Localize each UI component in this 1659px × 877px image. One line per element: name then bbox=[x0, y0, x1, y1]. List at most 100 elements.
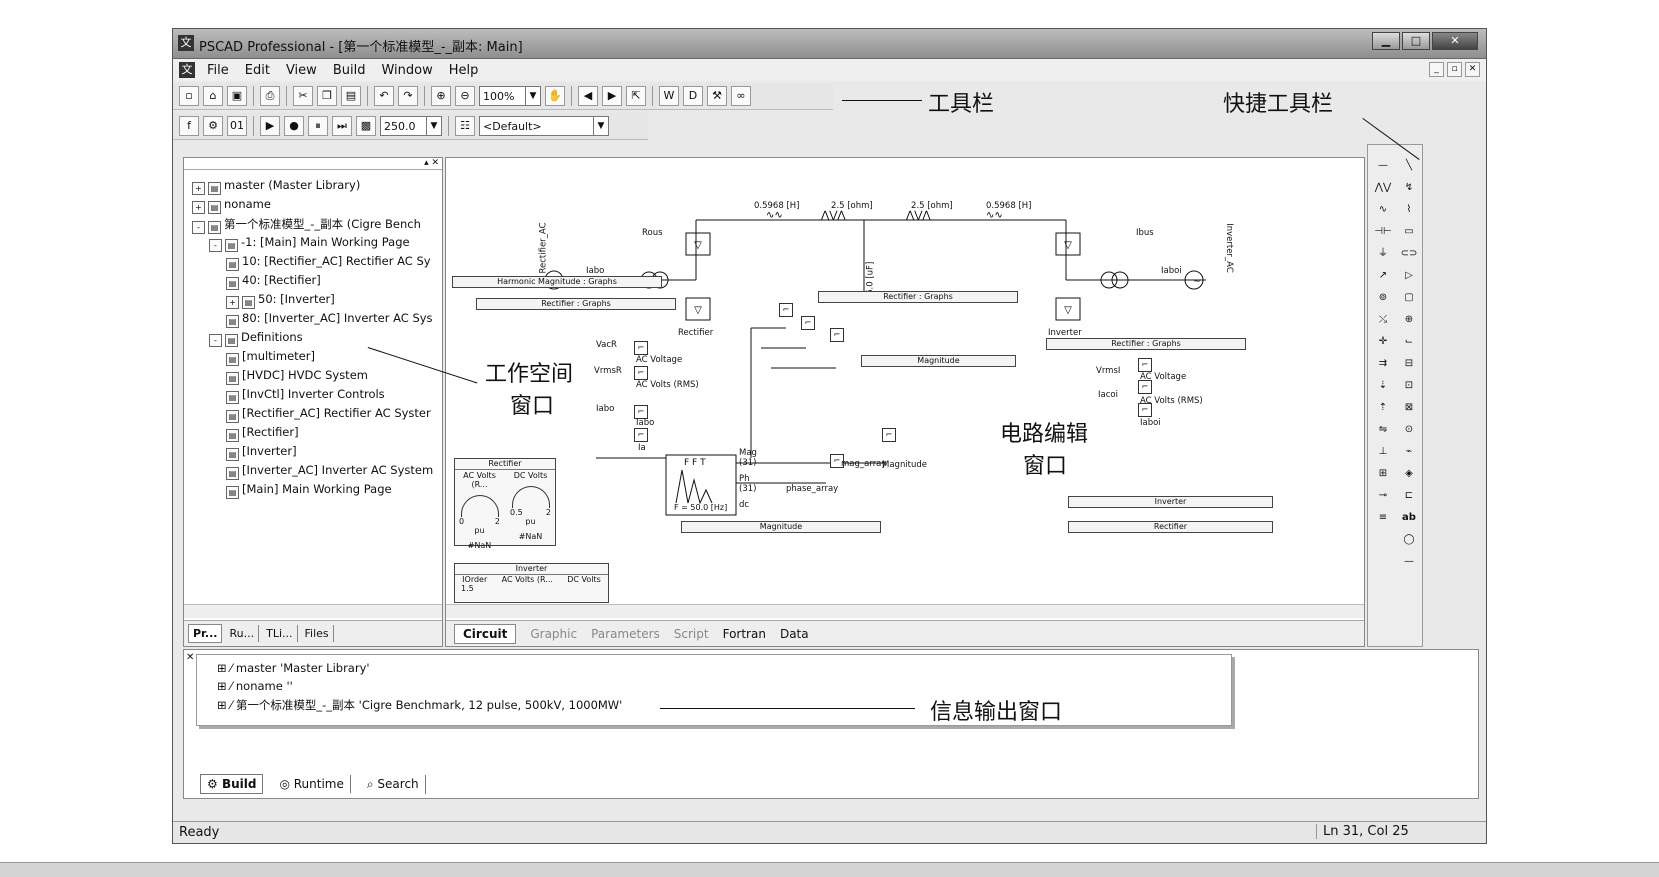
menu-view[interactable]: View bbox=[278, 63, 325, 78]
control-tool-icon[interactable]: ⊙ bbox=[1398, 419, 1420, 441]
box-tool-icon[interactable]: ▭ bbox=[1398, 221, 1420, 243]
minimize-button[interactable]: ▁ bbox=[1372, 32, 1400, 50]
tools-icon[interactable]: ⚒ bbox=[707, 86, 727, 106]
plot-tool-icon[interactable]: ⌙ bbox=[1398, 331, 1420, 353]
zoom-out-icon[interactable]: ⊖ bbox=[455, 86, 475, 106]
tab-data[interactable]: Data bbox=[780, 627, 809, 641]
collapse-icon[interactable]: - bbox=[192, 221, 205, 234]
menu-edit[interactable]: Edit bbox=[237, 63, 278, 78]
redo-icon[interactable]: ↷ bbox=[398, 86, 418, 106]
tree-item[interactable]: ▤ [InvCtl] Inverter Controls bbox=[226, 387, 385, 404]
navigate-icon[interactable]: ⇱ bbox=[626, 86, 646, 106]
text-tool-icon[interactable]: ab bbox=[1398, 507, 1420, 529]
tab-circuit[interactable]: Circuit bbox=[454, 623, 517, 644]
node-label-tool-icon[interactable]: ↗ bbox=[1372, 265, 1394, 287]
forward-icon[interactable]: ▶ bbox=[602, 86, 622, 106]
meter-icon[interactable]: ⌐ bbox=[801, 316, 815, 330]
tree-item[interactable]: ▤ 40: [Rectifier] bbox=[226, 273, 321, 290]
collapse-icon[interactable]: - bbox=[209, 334, 222, 347]
meter-icon[interactable]: ⌐ bbox=[1138, 358, 1152, 372]
snapshot-icon[interactable]: ▩ bbox=[356, 116, 376, 136]
dial-tool-icon[interactable]: ⊠ bbox=[1398, 397, 1420, 419]
tree-item[interactable]: ▤ [Main] Main Working Page bbox=[226, 482, 392, 499]
message-row[interactable]: ⊞ ⁄ master 'Master Library' bbox=[217, 661, 370, 675]
cut-icon[interactable]: ✂ bbox=[293, 86, 313, 106]
stop-icon[interactable]: ● bbox=[284, 116, 304, 136]
definition-icon[interactable]: D bbox=[683, 86, 703, 106]
junction-tool-icon[interactable]: ✛ bbox=[1372, 331, 1394, 353]
signal-tool-icon[interactable]: ⌇ bbox=[1398, 199, 1420, 221]
canvas-hscrollbar[interactable] bbox=[446, 604, 1364, 618]
thyristor-tool-icon[interactable]: ⊞ bbox=[1372, 463, 1394, 485]
xfmr-tool-icon[interactable]: ⇣ bbox=[1372, 375, 1394, 397]
save-icon[interactable]: ▣ bbox=[227, 86, 247, 106]
meter-icon[interactable]: ⌐ bbox=[634, 366, 648, 380]
wire-icon[interactable]: W bbox=[659, 86, 679, 106]
menu-window[interactable]: Window bbox=[373, 63, 440, 78]
meter-icon[interactable]: ⌐ bbox=[1138, 380, 1152, 394]
rectifier-graph-box[interactable]: Rectifier : Graphs bbox=[1046, 338, 1246, 350]
rectifier-graph-box[interactable]: Rectifier : Graphs bbox=[476, 298, 676, 310]
copy-icon[interactable]: ❐ bbox=[317, 86, 337, 106]
resistor-tool-icon[interactable]: ⋀⋁ bbox=[1372, 177, 1394, 199]
tree-item[interactable]: - ▤ Definitions bbox=[209, 330, 303, 347]
print-icon[interactable]: ⎙ bbox=[260, 86, 280, 106]
capacitor-tool-icon[interactable]: ⊣⊢ bbox=[1372, 221, 1394, 243]
block-tool-icon[interactable]: ▢ bbox=[1398, 287, 1420, 309]
pause-icon[interactable]: ⏸ bbox=[308, 116, 328, 136]
meter-icon[interactable]: ⌐ bbox=[882, 428, 896, 442]
tree-item[interactable]: ▤ 10: [Rectifier_AC] Rectifier AC Sy bbox=[226, 254, 431, 271]
tree-item[interactable]: - ▤ -1: [Main] Main Working Page bbox=[209, 235, 410, 252]
meter-tool-icon[interactable]: ⇡ bbox=[1372, 397, 1394, 419]
ground-tool-icon[interactable]: ⏚ bbox=[1372, 243, 1394, 265]
meter-icon[interactable]: ⌐ bbox=[779, 303, 793, 317]
wire-tool-icon[interactable]: — bbox=[1372, 155, 1394, 177]
slider-tool-icon[interactable]: ⊟ bbox=[1398, 353, 1420, 375]
binary-icon[interactable]: 01 bbox=[227, 116, 247, 136]
pan-hand-icon[interactable]: ✋ bbox=[545, 86, 565, 106]
binoculars-icon[interactable]: ∞ bbox=[731, 86, 751, 106]
tree-item[interactable]: + ▤ noname bbox=[192, 197, 271, 214]
menu-help[interactable]: Help bbox=[441, 63, 487, 78]
bus-tool-icon[interactable]: ⇉ bbox=[1372, 353, 1394, 375]
title-bar[interactable]: 文 PSCAD Professional - [第一个标准模型_-_副本: Ma… bbox=[173, 29, 1486, 59]
graph-tool-icon[interactable]: ⌁ bbox=[1398, 441, 1420, 463]
loop-tool-icon[interactable]: ⊂⊃ bbox=[1398, 243, 1420, 265]
cl-tool-icon[interactable]: ≡ bbox=[1372, 507, 1394, 529]
menu-file[interactable]: File bbox=[199, 63, 237, 78]
tree-item[interactable]: ▤ [Inverter] bbox=[226, 444, 297, 461]
magnitude-graph-box[interactable]: Magnitude bbox=[861, 355, 1016, 367]
tab-build[interactable]: ⚙ Build bbox=[200, 774, 264, 794]
expand-icon[interactable]: + bbox=[192, 201, 205, 214]
layer-select[interactable]: <Default> ▼ bbox=[479, 116, 609, 136]
mdi-minimize-button[interactable]: _ bbox=[1429, 62, 1444, 77]
paste-icon[interactable]: ▤ bbox=[341, 86, 361, 106]
inductor-tool-icon[interactable]: ∿ bbox=[1372, 199, 1394, 221]
magnitude-graph-box[interactable]: Magnitude bbox=[681, 521, 881, 533]
layers-icon[interactable]: ☷ bbox=[455, 116, 475, 136]
mdi-close-button[interactable]: ✕ bbox=[1465, 62, 1480, 77]
expand-icon[interactable]: + bbox=[226, 296, 239, 309]
message-row[interactable]: ⊞ ⁄ noname '' bbox=[217, 679, 293, 693]
tree-item[interactable]: - ▤ 第一个标准模型_-_副本 (Cigre Bench bbox=[192, 216, 421, 234]
tab-graphic[interactable]: Graphic bbox=[530, 627, 577, 641]
meter-icon[interactable]: ⌐ bbox=[634, 428, 648, 442]
message-row[interactable]: ⊞ ⁄ 第一个标准模型_-_副本 'Cigre Benchmark, 12 pu… bbox=[217, 697, 622, 713]
zoom-select[interactable]: 100% ▼ bbox=[479, 86, 541, 106]
tab-tlines[interactable]: TLi... bbox=[262, 625, 298, 642]
inverter-graph-box[interactable]: Inverter bbox=[1068, 496, 1273, 508]
tab-runtime[interactable]: ◎ Runtime bbox=[273, 775, 351, 793]
meter-icon[interactable]: ⌐ bbox=[830, 328, 844, 342]
expand-icon[interactable]: + bbox=[192, 182, 205, 195]
target-tool-icon[interactable]: ⊕ bbox=[1398, 309, 1420, 331]
runtime-select[interactable]: 250.0 ▼ bbox=[380, 116, 442, 136]
tree-item[interactable]: ▤ [Inverter_AC] Inverter AC System bbox=[226, 463, 433, 480]
gnd-tool-icon[interactable]: ⊥ bbox=[1372, 441, 1394, 463]
back-icon[interactable]: ◀ bbox=[578, 86, 598, 106]
inverter-meter-panel[interactable]: Inverter IOrder AC Volts (R... DC Volts … bbox=[454, 563, 609, 603]
new-icon[interactable]: ▫ bbox=[179, 86, 199, 106]
diode-tool-icon[interactable]: ⊸ bbox=[1372, 485, 1394, 507]
menu-build[interactable]: Build bbox=[325, 63, 374, 78]
mdi-restore-button[interactable]: ▫ bbox=[1447, 62, 1462, 77]
tab-runtime[interactable]: Ru... bbox=[225, 625, 260, 642]
